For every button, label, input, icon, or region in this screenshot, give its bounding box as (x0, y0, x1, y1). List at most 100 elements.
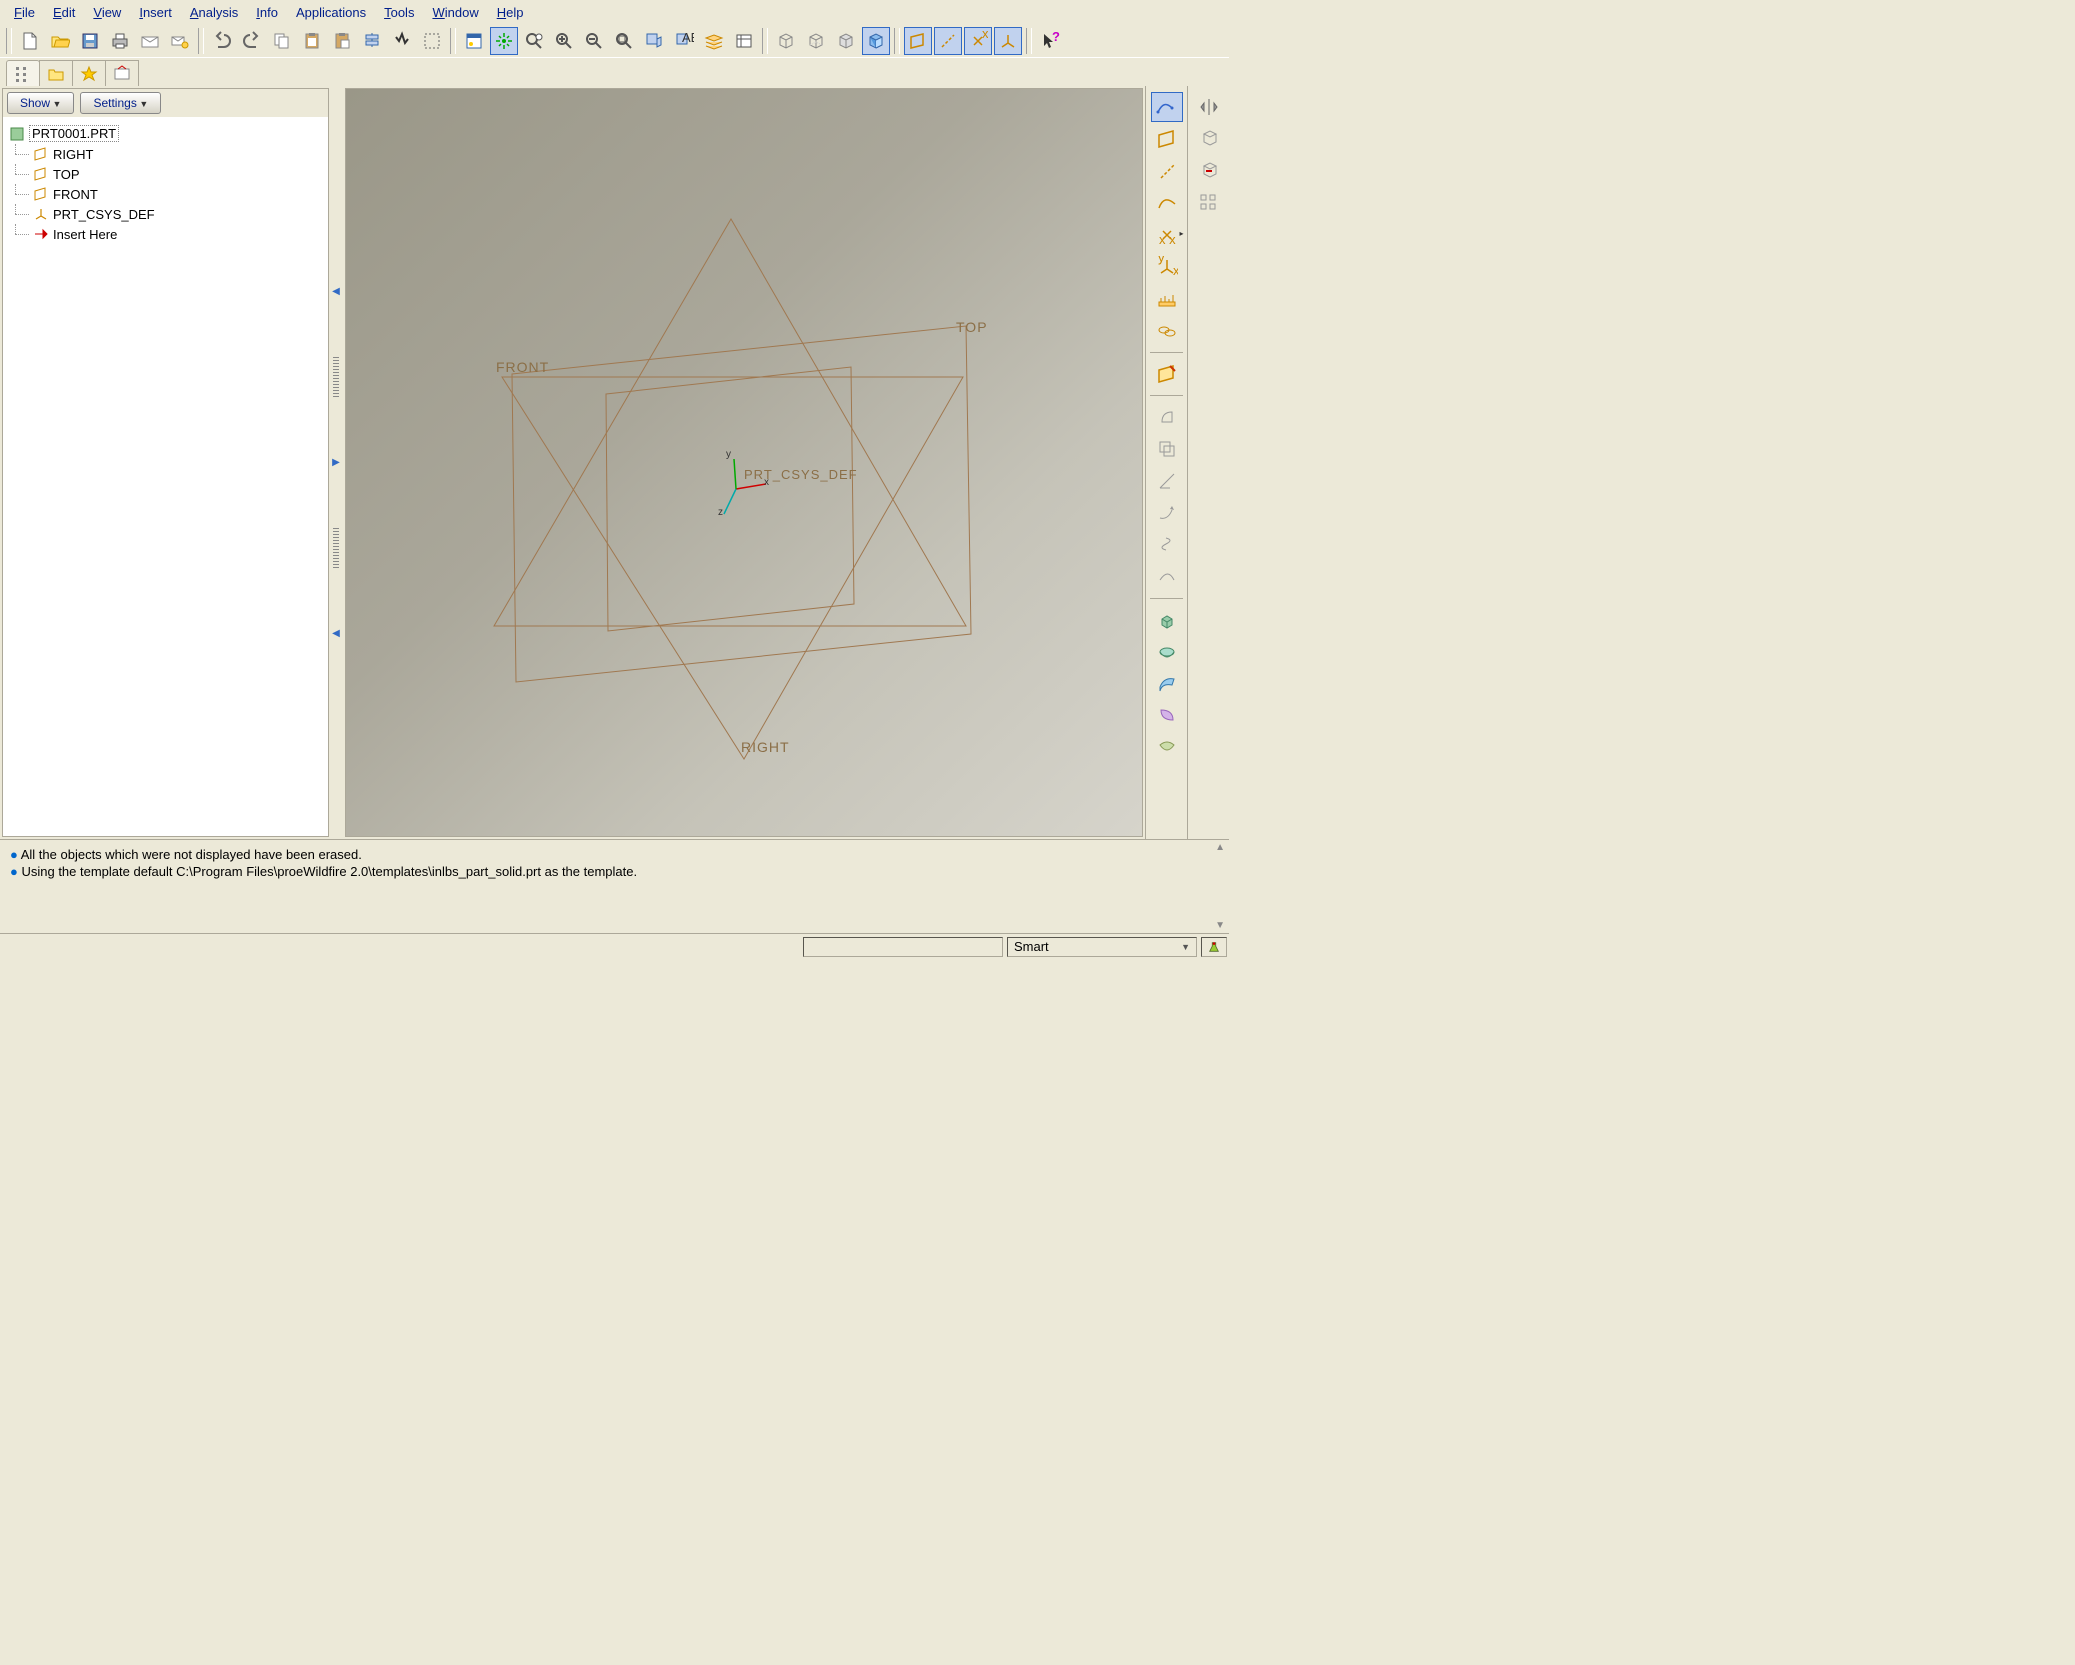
datum-points-toggle[interactable]: x (964, 27, 992, 55)
reference-button[interactable] (1151, 316, 1183, 346)
scroll-up-icon[interactable]: ▲ (1215, 842, 1225, 853)
csys-toggle[interactable] (994, 27, 1022, 55)
style-button[interactable] (1151, 402, 1183, 432)
expand-arrow-icon: ▶ (332, 457, 340, 468)
open-file-button[interactable] (46, 27, 74, 55)
datum-plane-icon (33, 186, 49, 202)
nav-tab-connections[interactable] (105, 60, 139, 86)
menu-view[interactable]: View (85, 3, 129, 22)
hidden-line-button[interactable] (802, 27, 830, 55)
redo-button[interactable] (238, 27, 266, 55)
view-manager-2-button[interactable] (730, 27, 758, 55)
swept-blend-button[interactable] (1151, 498, 1183, 528)
csys-label: PRT_CSYS_DEF (744, 467, 858, 482)
regenerate-button[interactable] (358, 27, 386, 55)
help-pointer-button[interactable]: ? (1036, 27, 1064, 55)
revolve-button[interactable] (1151, 637, 1183, 667)
model-tree-panel: Show Settings PRT0001.PRT RIGHT TOP FRON… (2, 88, 329, 837)
reorient-button[interactable] (640, 27, 668, 55)
tree-node-csys[interactable]: PRT_CSYS_DEF (9, 204, 322, 224)
view-manager-button[interactable] (520, 27, 548, 55)
tree-node-right[interactable]: RIGHT (9, 144, 322, 164)
tree-root-node[interactable]: PRT0001.PRT (9, 123, 322, 144)
selection-filter-dropdown[interactable]: Smart ▼ (1007, 937, 1197, 957)
graphics-viewport[interactable]: FRONT TOP RIGHT PRT_CSYS_DEF x y z (345, 88, 1143, 837)
zoom-fit-button[interactable] (610, 27, 638, 55)
toolbar-separator (450, 28, 456, 54)
select-button[interactable] (418, 27, 446, 55)
merge-button[interactable] (1193, 124, 1225, 154)
svg-text:x: x (1173, 263, 1178, 278)
settings-dropdown[interactable]: Settings (80, 92, 161, 114)
new-file-button[interactable] (16, 27, 44, 55)
email-button[interactable] (136, 27, 164, 55)
flatten-quilt-button[interactable] (1151, 733, 1183, 763)
message-line: All the objects which were not displayed… (10, 846, 1219, 863)
tree-node-insert-here[interactable]: Insert Here (9, 224, 322, 244)
print-button[interactable] (106, 27, 134, 55)
toolbar-separator (198, 28, 204, 54)
vertical-splitter[interactable]: ◀ ▶ ◀ (329, 86, 343, 839)
menu-applications[interactable]: Applications (288, 3, 374, 22)
menu-analysis[interactable]: Analysis (182, 3, 246, 22)
variable-section-sweep-button[interactable] (1151, 466, 1183, 496)
zoom-out-button[interactable] (580, 27, 608, 55)
boundary-blend-button[interactable] (1151, 434, 1183, 464)
blend-tangent-button[interactable] (1151, 562, 1183, 592)
menu-tools[interactable]: Tools (376, 3, 422, 22)
datum-axes-toggle[interactable] (934, 27, 962, 55)
zoom-in-button[interactable] (550, 27, 578, 55)
spin-center-button[interactable] (490, 27, 518, 55)
layers-button[interactable] (700, 27, 728, 55)
datum-axis-button[interactable] (1151, 156, 1183, 186)
paste-special-button[interactable] (328, 27, 356, 55)
paste-button[interactable] (298, 27, 326, 55)
saved-views-button[interactable]: AB (670, 27, 698, 55)
shaded-button[interactable] (862, 27, 890, 55)
chevron-down-icon: ▼ (1181, 942, 1190, 952)
find-button[interactable] (388, 27, 416, 55)
menu-window[interactable]: Window (424, 3, 486, 22)
sweep-button[interactable] (1151, 669, 1183, 699)
save-button[interactable] (76, 27, 104, 55)
menu-edit[interactable]: Edit (45, 3, 83, 22)
sketch-button[interactable] (1151, 359, 1183, 389)
mirror-button[interactable] (1193, 92, 1225, 122)
menu-help[interactable]: Help (489, 3, 532, 22)
datum-csys-button[interactable]: yx (1151, 252, 1183, 282)
datum-curve-button[interactable] (1151, 188, 1183, 218)
menu-file[interactable]: File (6, 3, 43, 22)
nav-tab-folder[interactable] (39, 60, 73, 86)
trim-button[interactable] (1193, 156, 1225, 186)
no-hidden-button[interactable] (832, 27, 860, 55)
nav-tab-favorites[interactable] (72, 60, 106, 86)
analysis-feature-button[interactable] (1151, 284, 1183, 314)
menu-insert[interactable]: Insert (131, 3, 180, 22)
filter-label: Smart (1014, 939, 1049, 954)
datum-point-button[interactable]: x x▸ (1151, 220, 1183, 250)
nav-tab-tree[interactable] (6, 60, 40, 86)
scroll-down-icon[interactable]: ▼ (1215, 920, 1225, 931)
tree-label: PRT_CSYS_DEF (53, 207, 155, 222)
tree-node-front[interactable]: FRONT (9, 184, 322, 204)
axis-x-label: x (764, 477, 770, 488)
helical-sweep-button[interactable] (1151, 530, 1183, 560)
copy-button[interactable] (268, 27, 296, 55)
blend-button[interactable] (1151, 701, 1183, 731)
email-attach-button[interactable] (166, 27, 194, 55)
display-style-button[interactable] (460, 27, 488, 55)
menu-info[interactable]: Info (248, 3, 286, 22)
csys-icon (33, 206, 49, 222)
sketch-tool-button[interactable] (1151, 92, 1183, 122)
pattern-button[interactable] (1193, 188, 1225, 218)
undo-button[interactable] (208, 27, 236, 55)
tree-node-top[interactable]: TOP (9, 164, 322, 184)
wireframe-button[interactable] (772, 27, 800, 55)
extrude-button[interactable] (1151, 605, 1183, 635)
show-dropdown[interactable]: Show (7, 92, 74, 114)
toolbar-separator (1150, 598, 1183, 599)
datum-planes-toggle[interactable] (904, 27, 932, 55)
toolbar-separator (1150, 395, 1183, 396)
datum-plane-button[interactable] (1151, 124, 1183, 154)
datum-plane-icon (33, 166, 49, 182)
